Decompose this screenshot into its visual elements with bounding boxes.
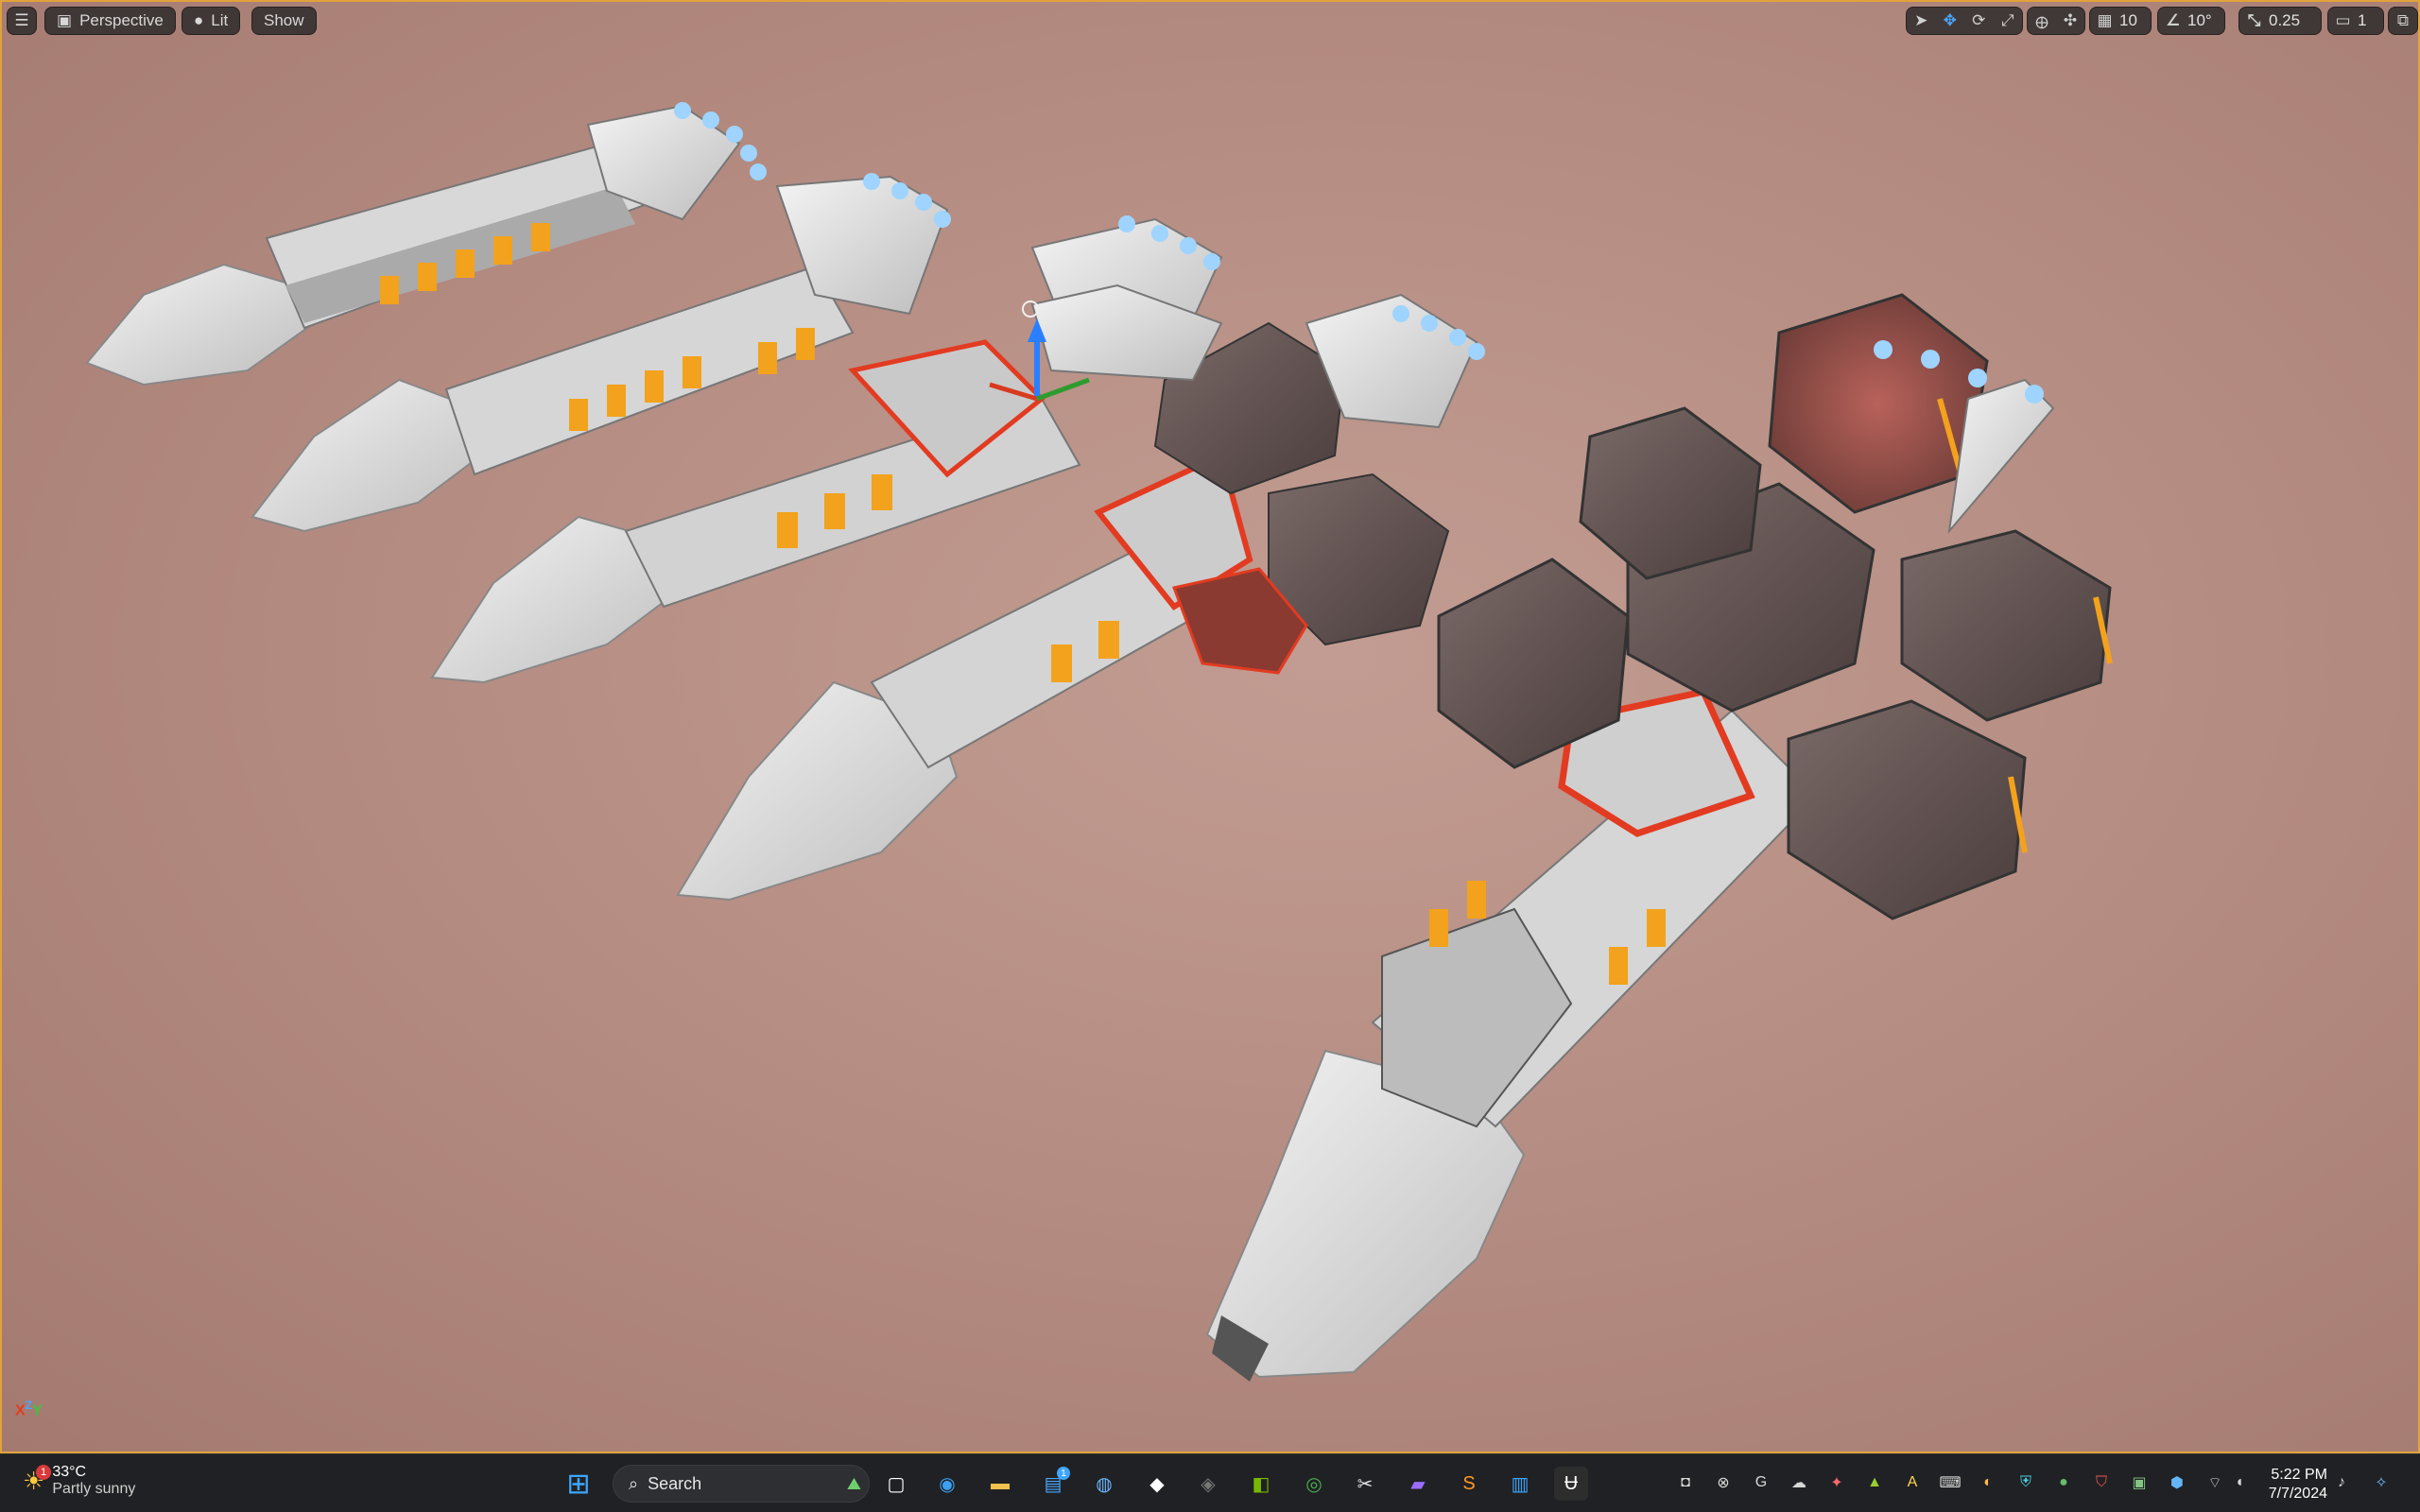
search-icon: ⌕: [629, 1473, 639, 1493]
rotation-snap-value: 10°: [2187, 11, 2212, 29]
tray-keyboard-icon[interactable]: ⌨: [1939, 1472, 1961, 1493]
scale-tool-icon[interactable]: ⤢: [1994, 7, 2023, 35]
tray-network-app-icon[interactable]: ●: [2053, 1472, 2074, 1493]
level-viewport[interactable]: ☰ ▣ Perspective ● Lit Show ➤ ✥ ⟳ ⤢ 🜨 ✣ ▦…: [0, 0, 2420, 1453]
tray-xbox-icon[interactable]: ⊗: [1713, 1472, 1734, 1493]
nvidia-icon[interactable]: ◧: [1244, 1467, 1278, 1501]
weather-badge: 1: [36, 1464, 51, 1480]
tray-security-icon[interactable]: ⛉: [2091, 1472, 2112, 1493]
tray-grammarly-icon[interactable]: G: [1751, 1472, 1772, 1493]
hamburger-icon: ☰: [14, 11, 29, 29]
scale-snap-button[interactable]: ⤡ 0.25: [2238, 7, 2322, 35]
tray-blender-icon[interactable]: ◐: [1978, 1472, 1998, 1493]
tray-ime-icon[interactable]: A: [1902, 1472, 1923, 1493]
sublime-text-icon[interactable]: S: [1452, 1467, 1486, 1501]
notification-bell-icon[interactable]: ♪: [2331, 1472, 2352, 1493]
perspective-button[interactable]: ▣ Perspective: [44, 7, 176, 35]
copilot-icon[interactable]: ✧: [2371, 1472, 2392, 1493]
world-space-icon[interactable]: 🜨: [2028, 7, 2056, 35]
rotate-tool-icon[interactable]: ⟳: [1964, 7, 1994, 35]
axis-indicator: XZY: [15, 1399, 43, 1419]
clock-date: 7/7/2024: [2268, 1486, 2327, 1502]
grid-icon: ▦: [2097, 11, 2113, 29]
search-placeholder: Search: [648, 1473, 702, 1493]
tray-teams-icon[interactable]: ◘: [1675, 1472, 1696, 1493]
maximize-icon: ⧉: [2396, 11, 2410, 29]
select-tool-icon[interactable]: ➤: [1907, 7, 1936, 35]
cube-icon: ▣: [57, 11, 73, 29]
tray-defender-icon[interactable]: ⛨: [2015, 1472, 2036, 1493]
system-clock[interactable]: 5:22 PM 7/7/2024: [2254, 1466, 2327, 1503]
transform-tools-group: ➤ ✥ ⟳ ⤢: [1906, 7, 2023, 35]
windows-taskbar: ☀ 1 33°C Partly sunny ⊞ ⌕ Search ⛰ ▢ ◉ ▬ …: [0, 1453, 2420, 1512]
tray-nvidia-icon[interactable]: ▲: [1864, 1472, 1885, 1493]
task-view-icon[interactable]: ▢: [879, 1467, 913, 1501]
viewport-scene[interactable]: [2, 2, 2420, 1453]
weather-sun-icon: ☀ 1: [23, 1464, 51, 1496]
camera-speed-button[interactable]: ▭ 1: [2327, 7, 2384, 35]
clock-time: 5:22 PM: [2271, 1467, 2327, 1483]
weather-condition: Partly sunny: [52, 1481, 136, 1497]
viewport-options-menu-button[interactable]: ☰: [7, 7, 37, 35]
scale-snap-icon: ⤡: [2247, 11, 2261, 29]
view-mode-button[interactable]: ● Lit: [182, 7, 241, 35]
clipchamp-icon[interactable]: ▰: [1401, 1467, 1435, 1501]
grid-snap-button[interactable]: ▦ 10: [2089, 7, 2152, 35]
axis-y-label: Y: [32, 1402, 43, 1419]
axis-z-label: Z: [25, 1399, 33, 1412]
maximize-viewport-button[interactable]: ⧉: [2388, 7, 2418, 35]
chrome-browser-icon[interactable]: ◎: [1297, 1467, 1331, 1501]
lit-label: Lit: [211, 11, 229, 29]
start-button[interactable]: ⊞: [562, 1467, 596, 1501]
tray-shield-icon[interactable]: ⬢: [2167, 1472, 2187, 1493]
coordinate-space-group: 🜨 ✣: [2027, 7, 2085, 35]
notepad-icon[interactable]: ▥: [1503, 1467, 1537, 1501]
camera-icon: ▭: [2335, 11, 2351, 29]
show-button[interactable]: Show: [251, 7, 317, 35]
weather-widget[interactable]: ☀ 1 33°C Partly sunny: [23, 1464, 135, 1498]
show-label: Show: [264, 11, 304, 29]
tray-app-icon[interactable]: ✦: [1826, 1472, 1847, 1493]
tray-display-icon[interactable]: ▣: [2129, 1472, 2150, 1493]
camera-speed-value: 1: [2358, 11, 2367, 29]
grid-snap-value: 10: [2119, 11, 2137, 29]
translate-tool-icon[interactable]: ✥: [1936, 7, 1965, 35]
weather-temperature: 33°C: [52, 1464, 87, 1480]
surface-snap-icon[interactable]: ✣: [2056, 7, 2084, 35]
spaceship-4[interactable]: [676, 284, 1485, 902]
snipping-tool-icon[interactable]: ✂: [1348, 1467, 1382, 1501]
perspective-label: Perspective: [79, 11, 164, 29]
spaceship-5[interactable]: [1205, 293, 2113, 1382]
edge-browser-icon[interactable]: ◉: [930, 1467, 964, 1501]
lit-sphere-icon: ●: [194, 11, 204, 29]
file-explorer-icon[interactable]: ▬: [983, 1467, 1017, 1501]
store-badge: 1: [1057, 1467, 1070, 1480]
alienware-icon[interactable]: ◆: [1140, 1467, 1174, 1501]
angle-icon: ∠: [2165, 11, 2181, 29]
scale-snap-value: 0.25: [2269, 11, 2301, 29]
windows-logo-icon: ⊞: [566, 1468, 591, 1500]
rotation-snap-button[interactable]: ∠ 10°: [2157, 7, 2225, 35]
tray-onedrive-icon[interactable]: ☁: [1789, 1472, 1809, 1493]
taskbar-search[interactable]: ⌕ Search ⛰: [613, 1465, 870, 1503]
microsoft-store-icon[interactable]: ▤ 1: [1036, 1467, 1070, 1501]
command-center-icon[interactable]: ◈: [1191, 1467, 1225, 1501]
maps-app-icon[interactable]: ◍: [1087, 1467, 1121, 1501]
axis-x-label: X: [15, 1402, 26, 1419]
search-highlight-icon: ⛰: [846, 1473, 861, 1493]
unreal-engine-icon[interactable]: Ʉ: [1554, 1467, 1588, 1501]
